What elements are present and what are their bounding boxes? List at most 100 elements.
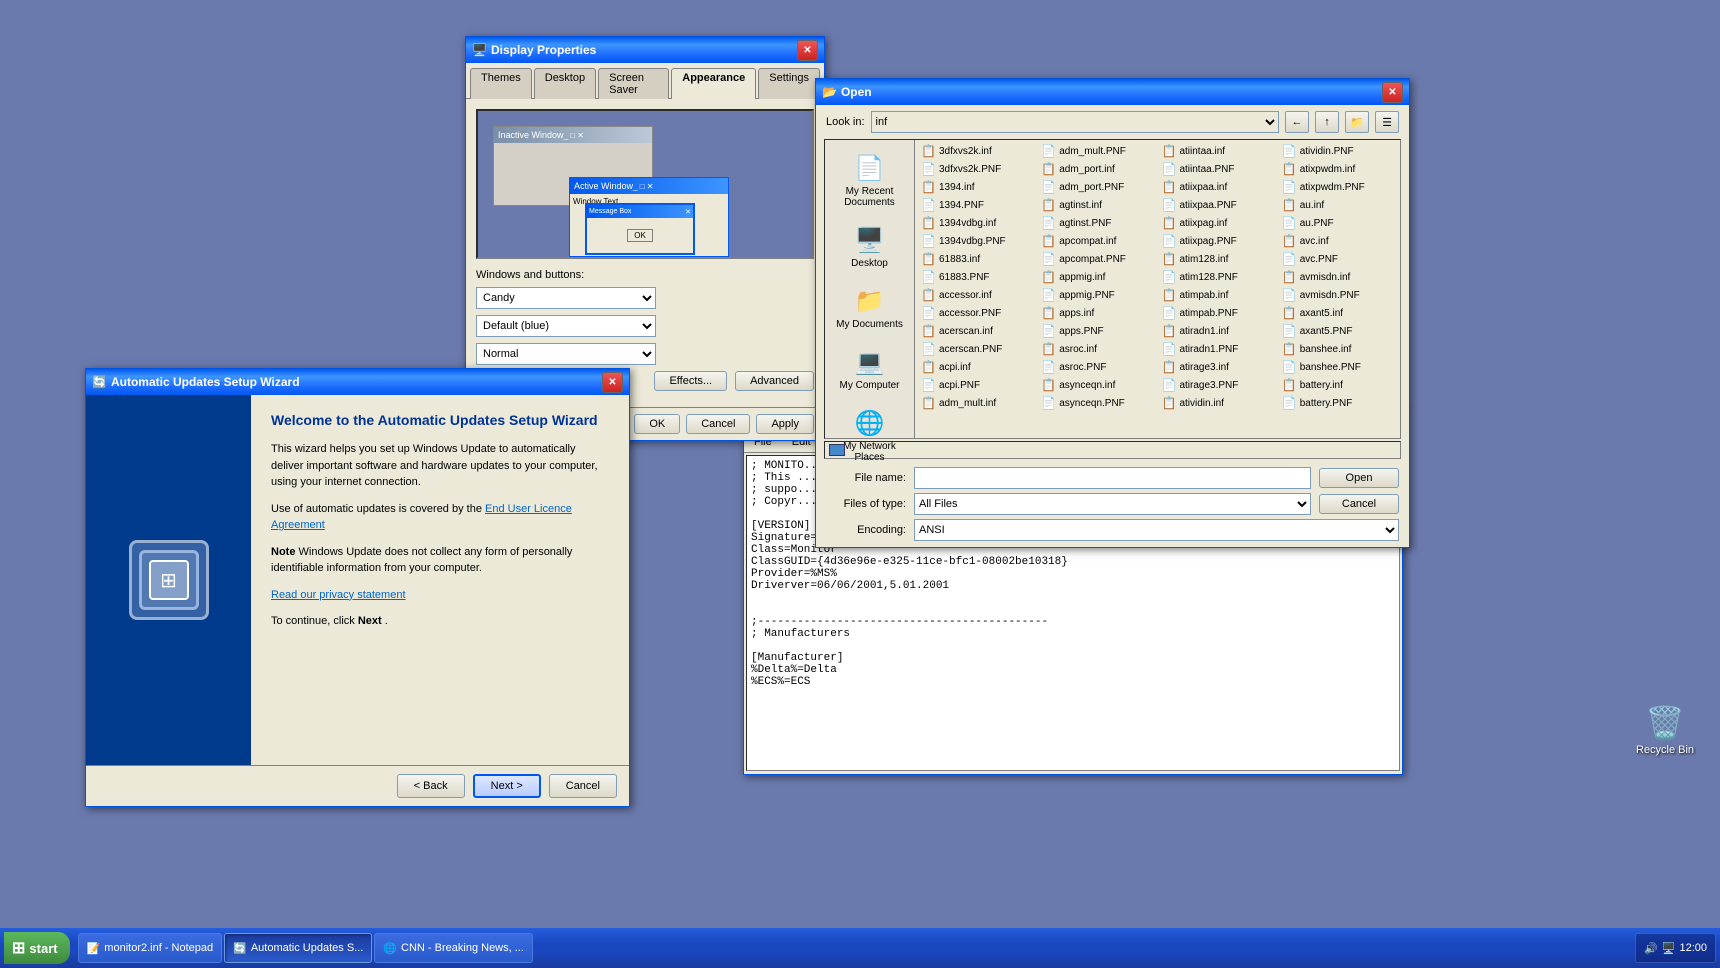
preview-ok-button[interactable]: OK [627,229,653,242]
file-item[interactable]: 📄atimpab.PNF [1158,304,1278,322]
file-item[interactable]: 📋1394vdbg.inf [917,214,1037,232]
file-item[interactable]: 📋atiixpag.inf [1158,214,1278,232]
file-item[interactable]: 📋au.inf [1278,196,1398,214]
sidebar-recent[interactable]: 📄 My Recent Documents [830,148,910,212]
file-item[interactable]: 📄atixpwdm.PNF [1278,178,1398,196]
open-dialog-titlebar[interactable]: 📂 Open ✕ [816,79,1409,105]
sidebar-documents[interactable]: 📁 My Documents [830,281,910,334]
wizard-cancel-btn[interactable]: Cancel [549,774,617,798]
nav-up-btn[interactable]: ↑ [1315,111,1339,133]
file-item[interactable]: 📄adm_mult.PNF [1037,142,1157,160]
file-item[interactable]: 📄au.PNF [1278,214,1398,232]
file-item[interactable]: 📋asroc.inf [1037,340,1157,358]
file-item[interactable]: 📋atiradn1.inf [1158,322,1278,340]
file-item[interactable]: 📄axant5.PNF [1278,322,1398,340]
file-item[interactable]: 📄banshee.PNF [1278,358,1398,376]
nav-view-btn[interactable]: ☰ [1375,111,1399,133]
file-item[interactable]: 📋appmig.inf [1037,268,1157,286]
file-item[interactable]: 📋accessor.inf [917,286,1037,304]
file-item[interactable]: 📋acerscan.inf [917,322,1037,340]
file-item[interactable]: 📄acpi.PNF [917,376,1037,394]
filename-input[interactable] [914,467,1311,489]
file-item[interactable]: 📋1394.inf [917,178,1037,196]
recycle-bin-icon[interactable]: 🗑️ Recycle Bin [1630,700,1700,760]
file-item[interactable]: 📄atiixpag.PNF [1158,232,1278,250]
cancel-btn[interactable]: Cancel [1319,494,1399,514]
file-item[interactable]: 📄avmisdn.PNF [1278,286,1398,304]
display-props-titlebar[interactable]: 🖥️ Display Properties ✕ [466,37,824,63]
open-files-area[interactable]: 📋3dfxvs2k.inf📄adm_mult.PNF📋atiintaa.inf📄… [915,140,1400,438]
file-item[interactable]: 📄battery.PNF [1278,394,1398,412]
wizard-next-btn[interactable]: Next > [473,774,541,798]
file-item[interactable]: 📋adm_port.inf [1037,160,1157,178]
file-item[interactable]: 📋apcompat.inf [1037,232,1157,250]
file-item[interactable]: 📄apps.PNF [1037,322,1157,340]
windows-style-select[interactable]: Candy [476,287,656,309]
file-item[interactable]: 📋atiixpaa.inf [1158,178,1278,196]
file-item[interactable]: 📋atirage3.inf [1158,358,1278,376]
file-item[interactable]: 📋atiintaa.inf [1158,142,1278,160]
file-item[interactable]: 📄agtinst.PNF [1037,214,1157,232]
updates-wizard-titlebar[interactable]: 🔄 Automatic Updates Setup Wizard ✕ [86,369,629,395]
file-item[interactable]: 📄61883.PNF [917,268,1037,286]
advanced-button[interactable]: Advanced [735,371,814,391]
file-item[interactable]: 📄1394.PNF [917,196,1037,214]
start-button[interactable]: ⊞ start [4,932,70,964]
taskbar-updates[interactable]: 🔄 Automatic Updates S... [224,933,372,963]
updates-wizard-close-btn[interactable]: ✕ [602,372,623,393]
file-item[interactable]: 📋atim128.inf [1158,250,1278,268]
file-item[interactable]: 📋atixpwdm.inf [1278,160,1398,178]
tray-sound-icon[interactable]: 🔊 [1644,942,1658,955]
privacy-link[interactable]: Read our privacy statement [271,589,406,601]
sidebar-network[interactable]: 🌐 My Network Places [830,403,910,467]
file-item[interactable]: 📋atividin.inf [1158,394,1278,412]
effects-button[interactable]: Effects... [654,371,727,391]
file-item[interactable]: 📋avmisdn.inf [1278,268,1398,286]
file-item[interactable]: 📄atiradn1.PNF [1158,340,1278,358]
file-item[interactable]: 📋61883.inf [917,250,1037,268]
file-item[interactable]: 📄asynceqn.PNF [1037,394,1157,412]
file-item[interactable]: 📄accessor.PNF [917,304,1037,322]
nav-back-btn[interactable]: ← [1285,111,1309,133]
font-size-select[interactable]: Normal [476,343,656,365]
file-item[interactable]: 📋banshee.inf [1278,340,1398,358]
file-item[interactable]: 📄apcompat.PNF [1037,250,1157,268]
file-item[interactable]: 📄3dfxvs2k.PNF [917,160,1037,178]
tray-display-icon[interactable]: 🖥️ [1662,942,1676,955]
file-item[interactable]: 📄avc.PNF [1278,250,1398,268]
tab-appearance[interactable]: Appearance [671,68,756,99]
file-item[interactable]: 📄asroc.PNF [1037,358,1157,376]
sidebar-desktop[interactable]: 🖥️ Desktop [830,220,910,273]
taskbar-cnn[interactable]: 🌐 CNN - Breaking News, ... [374,933,533,963]
file-item[interactable]: 📄acerscan.PNF [917,340,1037,358]
display-props-close-btn[interactable]: ✕ [797,40,818,61]
tab-themes[interactable]: Themes [470,68,532,99]
tab-screensaver[interactable]: Screen Saver [598,68,669,99]
file-item[interactable]: 📋battery.inf [1278,376,1398,394]
file-item[interactable]: 📋3dfxvs2k.inf [917,142,1037,160]
file-item[interactable]: 📄atiixpaa.PNF [1158,196,1278,214]
open-dialog-close-btn[interactable]: ✕ [1382,82,1403,103]
tab-desktop[interactable]: Desktop [534,68,596,99]
display-cancel-btn[interactable]: Cancel [686,414,750,434]
file-item[interactable]: 📄1394vdbg.PNF [917,232,1037,250]
file-item[interactable]: 📋axant5.inf [1278,304,1398,322]
display-apply-btn[interactable]: Apply [756,414,814,434]
taskbar-notepad[interactable]: 📝 monitor2.inf - Notepad [78,933,223,963]
file-item[interactable]: 📋asynceqn.inf [1037,376,1157,394]
color-scheme-select[interactable]: Default (blue) [476,315,656,337]
file-item[interactable]: 📋acpi.inf [917,358,1037,376]
lookin-select[interactable]: inf [871,111,1279,133]
tab-settings[interactable]: Settings [758,68,820,99]
file-item[interactable]: 📋apps.inf [1037,304,1157,322]
file-item[interactable]: 📄atirage3.PNF [1158,376,1278,394]
encoding-select[interactable]: ANSI [914,519,1399,541]
file-item[interactable]: 📄atiintaa.PNF [1158,160,1278,178]
file-item[interactable]: 📋atimpab.inf [1158,286,1278,304]
file-item[interactable]: 📄atim128.PNF [1158,268,1278,286]
file-item[interactable]: 📋avc.inf [1278,232,1398,250]
file-item[interactable]: 📋agtinst.inf [1037,196,1157,214]
file-item[interactable]: 📋adm_mult.inf [917,394,1037,412]
file-item[interactable]: 📄atividin.PNF [1278,142,1398,160]
file-item[interactable]: 📄adm_port.PNF [1037,178,1157,196]
